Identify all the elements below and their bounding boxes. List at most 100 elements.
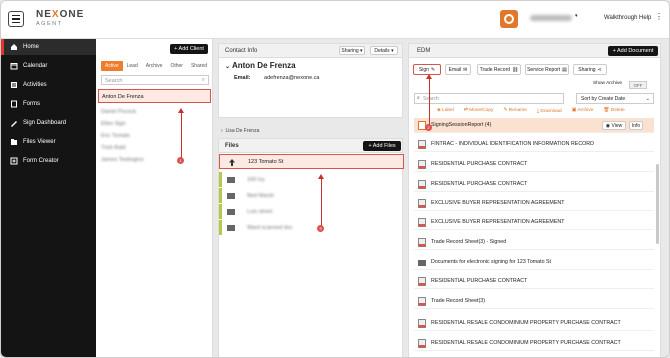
sidebar-item-sign-dashboard[interactable]: Sign Dashboard — [1, 115, 96, 131]
email-button[interactable]: Email ✉ — [445, 64, 471, 75]
file-status-bar — [219, 188, 222, 203]
add-client-button[interactable]: + Add Client — [170, 44, 208, 54]
document-row[interactable]: RESIDENTIAL PURCHASE CONTRACT — [414, 274, 654, 289]
upload-icon — [228, 158, 236, 167]
sidebar: Home Calendar Activities Forms Sign Dash… — [1, 39, 96, 357]
file-row[interactable]: Ned Marsh — [219, 188, 404, 203]
document-row[interactable]: Documents for electronic signing for 123… — [414, 255, 654, 270]
document-row[interactable]: EXCLUSIVE BUYER REPRESENTATION AGREEMENT — [414, 196, 654, 211]
tab-active[interactable]: Active — [101, 61, 123, 71]
download-action[interactable]: ⤓ Download — [537, 108, 562, 114]
info-button[interactable]: Info — [629, 121, 643, 130]
file-row-selected[interactable]: 123 Tomato St — [219, 154, 404, 169]
pdf-icon — [418, 218, 426, 227]
archive-action[interactable]: ▣ Archive — [572, 108, 594, 114]
chevron-down-icon[interactable]: ▾ — [575, 13, 578, 19]
share-icon: ⋖ — [597, 66, 602, 73]
folder-icon — [227, 175, 235, 184]
file-row[interactable]: 100 Ivy — [219, 172, 404, 187]
sidebar-item-files-viewer[interactable]: Files Viewer — [1, 134, 96, 150]
document-actions: ◈ Label ⇄ Move/Copy ✎ Rename ⤓ Download … — [437, 108, 625, 114]
sharing-button[interactable]: Sharing ⋖ — [573, 64, 607, 75]
document-row[interactable]: Trade Record Sheet(3) — [414, 294, 654, 309]
top-bar: NEXONE AGENT ▾ Walkthrough Help ⋮ — [1, 1, 669, 39]
chevron-right-icon: › — [221, 128, 223, 134]
document-row[interactable]: RESIDENTIAL RESALE CONDOMINIUM PROPERTY … — [414, 316, 654, 331]
sidebar-item-label: Sign Dashboard — [23, 120, 67, 126]
forms-icon — [10, 100, 18, 108]
contact-search-input[interactable]: Search ⌕ — [101, 75, 209, 85]
trade-record-button[interactable]: Trade Record ⛓ — [477, 64, 521, 75]
document-row[interactable]: RESIDENTIAL PURCHASE CONTRACT — [414, 177, 654, 192]
sidebar-item-forms[interactable]: Forms — [1, 96, 96, 112]
contact-info-panel: Contact Info Sharing ▾ Details ▾ ⌄ Anton… — [218, 43, 403, 134]
sidebar-item-form-creator[interactable]: Form Creator — [1, 153, 96, 169]
view-button[interactable]: ◉ View — [602, 121, 626, 130]
sort-value: Sort by Create Date — [581, 96, 626, 102]
email-label: Email — [448, 66, 462, 73]
document-name: RESIDENTIAL PURCHASE CONTRACT — [431, 161, 528, 167]
sidebar-item-calendar[interactable]: Calendar — [1, 58, 96, 74]
pdf-icon — [418, 180, 426, 189]
more-icon[interactable]: ⋮ — [655, 12, 663, 21]
email-value[interactable]: adefrenza@nexone.ca — [264, 75, 319, 81]
activities-icon — [10, 81, 18, 89]
avatar[interactable] — [500, 10, 518, 28]
walkthrough-link[interactable]: Walkthrough — [604, 15, 637, 21]
contact-row[interactable]: James Testington — [98, 153, 211, 167]
annotation-line — [180, 112, 182, 162]
contact-row-selected[interactable]: Anton De Frenza — [98, 89, 211, 103]
tab-shared[interactable]: Shared — [187, 61, 211, 71]
label-action[interactable]: ◈ Label — [437, 108, 454, 114]
tab-other[interactable]: Other — [166, 61, 187, 71]
pdf-icon — [418, 277, 426, 286]
document-name: EXCLUSIVE BUYER REPRESENTATION AGREEMENT — [431, 200, 565, 206]
sidebar-item-activities[interactable]: Activities — [1, 77, 96, 93]
pen-icon: ✎ — [430, 66, 436, 73]
document-name: RESIDENTIAL RESALE CONDOMINIUM PROPERTY … — [431, 320, 621, 326]
sidebar-item-home[interactable]: Home — [1, 39, 96, 55]
show-archive-toggle[interactable]: OFF — [629, 81, 647, 89]
user-name-blurred[interactable] — [530, 15, 572, 21]
search-icon[interactable]: ⌕ — [202, 77, 205, 84]
tab-archive[interactable]: Archive — [142, 61, 167, 71]
move-copy-action[interactable]: ⇄ Move/Copy — [464, 108, 494, 114]
document-row[interactable]: Trade Record Sheet(3) - Signed — [414, 235, 654, 250]
email-label: Email: — [234, 75, 251, 81]
sign-label: Sign — [418, 66, 429, 73]
annotation-marker-2: 2 — [425, 124, 432, 131]
service-report-button[interactable]: Service Report ▤ — [525, 64, 569, 75]
chevron-down-icon[interactable]: ⌄ — [225, 64, 230, 70]
scrollbar[interactable] — [656, 164, 659, 244]
sharing-button[interactable]: Sharing ▾ — [339, 46, 365, 55]
details-label: Details — [374, 47, 390, 54]
action-label: Archive — [577, 108, 594, 113]
document-search-input[interactable]: Search ⌕ — [414, 93, 564, 104]
document-row[interactable]: FINTRAC - INDIVIDUAL IDENTIFICATION INFO… — [414, 137, 654, 152]
tab-lead[interactable]: Lead — [123, 61, 142, 71]
files-panel: Files + Add Files 123 Tomato St 100 Ivy … — [218, 138, 404, 357]
delete-action[interactable]: 🗑 Delete — [603, 108, 624, 114]
add-files-button[interactable]: + Add Files — [363, 141, 401, 151]
show-archive-label: Show Archive — [593, 81, 623, 86]
help-link[interactable]: Help — [639, 15, 651, 21]
linked-contact[interactable]: › Lisa De Frenza — [221, 128, 259, 134]
details-button[interactable]: Details ▾ — [370, 46, 398, 55]
brand-text-2: ONE — [59, 9, 85, 20]
logo: NEXONE AGENT — [36, 9, 84, 27]
document-row[interactable]: RESIDENTIAL PURCHASE CONTRACT — [414, 157, 654, 172]
sort-select[interactable]: Sort by Create Date ⌄ — [576, 93, 654, 104]
action-label: Rename — [508, 108, 527, 113]
document-row[interactable]: EXCLUSIVE BUYER REPRESENTATION AGREEMENT — [414, 215, 654, 230]
contact-name: James Testington — [101, 157, 144, 163]
file-row[interactable]: Ward scanned doc — [219, 220, 404, 235]
contact-name: Anton De Frenza — [231, 61, 296, 70]
document-row-selected[interactable]: SigningSessionReport (4) ◉ View Info — [414, 118, 654, 133]
rename-action[interactable]: ✎ Rename — [503, 108, 527, 114]
file-row[interactable]: Lois street — [219, 204, 404, 219]
document-row[interactable]: RESIDENTIAL RESALE CONDOMINIUM PROPERTY … — [414, 336, 654, 351]
menu-icon[interactable] — [8, 11, 24, 27]
annotation-marker-1: 1 — [177, 157, 184, 164]
add-document-button[interactable]: + Add Document — [608, 46, 658, 56]
home-icon — [10, 43, 18, 51]
